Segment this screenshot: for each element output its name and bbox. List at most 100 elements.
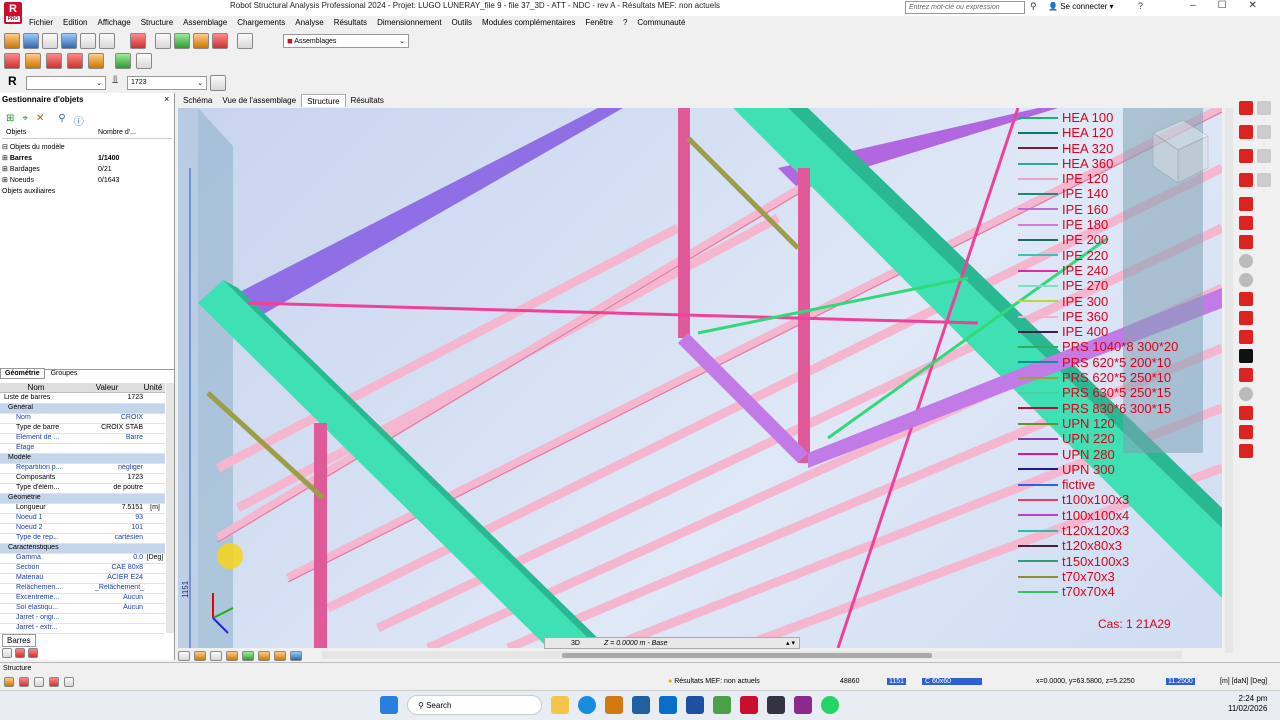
edge-icon[interactable]	[578, 696, 596, 714]
tab-barres[interactable]: Barres	[2, 634, 36, 647]
support-icon[interactable]	[1239, 125, 1253, 139]
property-row[interactable]: Excentreme... Aucun	[0, 594, 165, 604]
loads-view-icon[interactable]	[28, 648, 38, 658]
file-explorer-icon[interactable]	[551, 696, 569, 714]
search-icon[interactable]: ⚲	[58, 113, 65, 128]
property-section[interactable]: Modèle	[0, 454, 165, 464]
property-row[interactable]: Noeud 1 93	[0, 514, 165, 524]
expand-icon[interactable]: ⊟	[2, 144, 10, 151]
bars-icon[interactable]	[4, 53, 20, 69]
screen-capture-icon[interactable]	[99, 33, 115, 49]
wrench-icon[interactable]	[212, 33, 228, 49]
tree-item[interactable]: Objets auxiliaires	[2, 186, 119, 197]
select-icon[interactable]	[210, 75, 226, 91]
windows-start-icon[interactable]	[380, 696, 398, 714]
close-icon[interactable]: ×	[164, 94, 169, 104]
nodes-icon[interactable]	[25, 53, 41, 69]
property-row[interactable]: Etage	[0, 444, 165, 454]
view-tab[interactable]: Schéma	[178, 94, 217, 107]
node-selection-input[interactable]: ⌄	[26, 76, 106, 90]
property-scrollbar[interactable]	[166, 383, 174, 633]
frame-icon[interactable]	[1239, 197, 1253, 211]
property-row[interactable]: Jarret - extr...	[0, 624, 165, 634]
zoom-window-icon[interactable]	[210, 651, 222, 661]
property-row[interactable]: Type de rep... cartésien	[0, 534, 165, 544]
menu-item[interactable]: Chargements	[232, 16, 290, 29]
media-icon[interactable]	[794, 696, 812, 714]
rotate-icon[interactable]	[178, 651, 190, 661]
cutter-icon[interactable]	[1239, 425, 1253, 439]
tab-groupes[interactable]: Groupes	[47, 369, 82, 378]
tree-item[interactable]: ⊟ Objets du modèle	[2, 142, 119, 153]
taskbar-clock[interactable]: 2:24 pm 11/02/2026	[1228, 694, 1267, 714]
tools-icon[interactable]	[193, 33, 209, 49]
view-tab[interactable]: Structure	[301, 94, 346, 107]
viewport-vscroll[interactable]	[1225, 108, 1233, 653]
loads-display-icon[interactable]	[258, 651, 270, 661]
property-row[interactable]: Elément de ... Barre	[0, 434, 165, 444]
property-row[interactable]: Répartition p... négliger	[0, 464, 165, 474]
menu-item[interactable]: Affichage	[92, 16, 135, 29]
menu-item[interactable]: Modules complémentaires	[477, 16, 580, 29]
menu-item[interactable]: Dimensionnement	[372, 16, 446, 29]
nodes-display-icon[interactable]	[274, 651, 286, 661]
property-row[interactable]: Jarret - origi...	[0, 614, 165, 624]
app-icon[interactable]	[713, 696, 731, 714]
attributes-icon[interactable]	[290, 651, 302, 661]
expand-icon[interactable]: ⊞	[2, 177, 10, 184]
settings-icon[interactable]	[34, 677, 44, 687]
property-row[interactable]: Nom CROIX	[0, 414, 165, 424]
maximize-icon[interactable]: ☐	[1218, 0, 1227, 11]
menu-item[interactable]: ?	[618, 16, 632, 29]
property-row[interactable]: Liste de barres 1723	[0, 394, 165, 404]
property-row[interactable]: Sol élastiqu... Aucun	[0, 604, 165, 614]
minimize-icon[interactable]: –	[1190, 0, 1196, 11]
zoom-all-icon[interactable]	[174, 33, 190, 49]
menu-item[interactable]: Analyse	[290, 16, 328, 29]
view-tab[interactable]: Résultats	[346, 94, 389, 107]
bolt-icon[interactable]	[1239, 406, 1253, 420]
status-units[interactable]: [m] [daN] [Deg]	[1220, 678, 1267, 685]
pointer-icon[interactable]	[64, 677, 74, 687]
menu-item[interactable]: Outils	[447, 16, 477, 29]
mef-status[interactable]: ● Résultats MEF: non actuels	[668, 678, 760, 685]
help-icon[interactable]: ⓘ	[74, 113, 84, 128]
add-member-icon[interactable]	[88, 53, 104, 69]
bar-select-icon[interactable]: ⫫	[112, 74, 118, 87]
sign-in-button[interactable]: 👤 Se connecter ▾	[1048, 2, 1114, 11]
supports-icon[interactable]	[46, 53, 62, 69]
tree-item[interactable]: ⊞ Bardages 0/21	[2, 164, 119, 175]
table-icon[interactable]	[130, 33, 146, 49]
tree-item[interactable]: ⊞ Noeuds 0/1643	[2, 175, 119, 186]
mesh-icon[interactable]	[1239, 368, 1253, 382]
solid-icon[interactable]	[1239, 273, 1253, 287]
beam-icon[interactable]	[1239, 235, 1253, 249]
print-icon[interactable]	[42, 33, 58, 49]
property-row[interactable]: Type d'élém... de poutre	[0, 484, 165, 494]
bars-view-icon[interactable]	[15, 648, 25, 658]
help-search-input[interactable]: Entrez mot-clé ou expression	[905, 1, 1025, 14]
sheet-icon[interactable]	[1257, 125, 1271, 139]
bar-icon[interactable]	[1239, 101, 1253, 115]
robot-logo-icon[interactable]: R PRO	[4, 2, 22, 24]
h-section-icon[interactable]	[1239, 349, 1253, 363]
release-icon[interactable]	[1239, 173, 1253, 187]
units-icon[interactable]	[49, 677, 59, 687]
section-icon[interactable]	[1239, 216, 1253, 230]
menu-item[interactable]: Structure	[136, 16, 178, 29]
property-section[interactable]: Général	[0, 404, 165, 414]
pan-icon[interactable]	[194, 651, 206, 661]
shell-icon[interactable]	[1239, 254, 1253, 268]
menu-item[interactable]: Fenêtre	[580, 16, 618, 29]
grid-icon[interactable]	[19, 677, 29, 687]
layout-icon[interactable]	[237, 33, 253, 49]
store-icon[interactable]	[632, 696, 650, 714]
property-section[interactable]: Caractéristiques	[0, 544, 165, 554]
whatsapp-icon[interactable]	[821, 696, 839, 714]
save-icon[interactable]	[23, 33, 39, 49]
close-icon[interactable]: ✕	[1249, 0, 1257, 11]
filter-icon[interactable]: ⊞	[6, 113, 14, 128]
sheet-icon[interactable]	[1257, 149, 1271, 163]
view-mode[interactable]: 3D	[571, 640, 580, 647]
property-row[interactable]: Noeud 2 101	[0, 524, 165, 534]
